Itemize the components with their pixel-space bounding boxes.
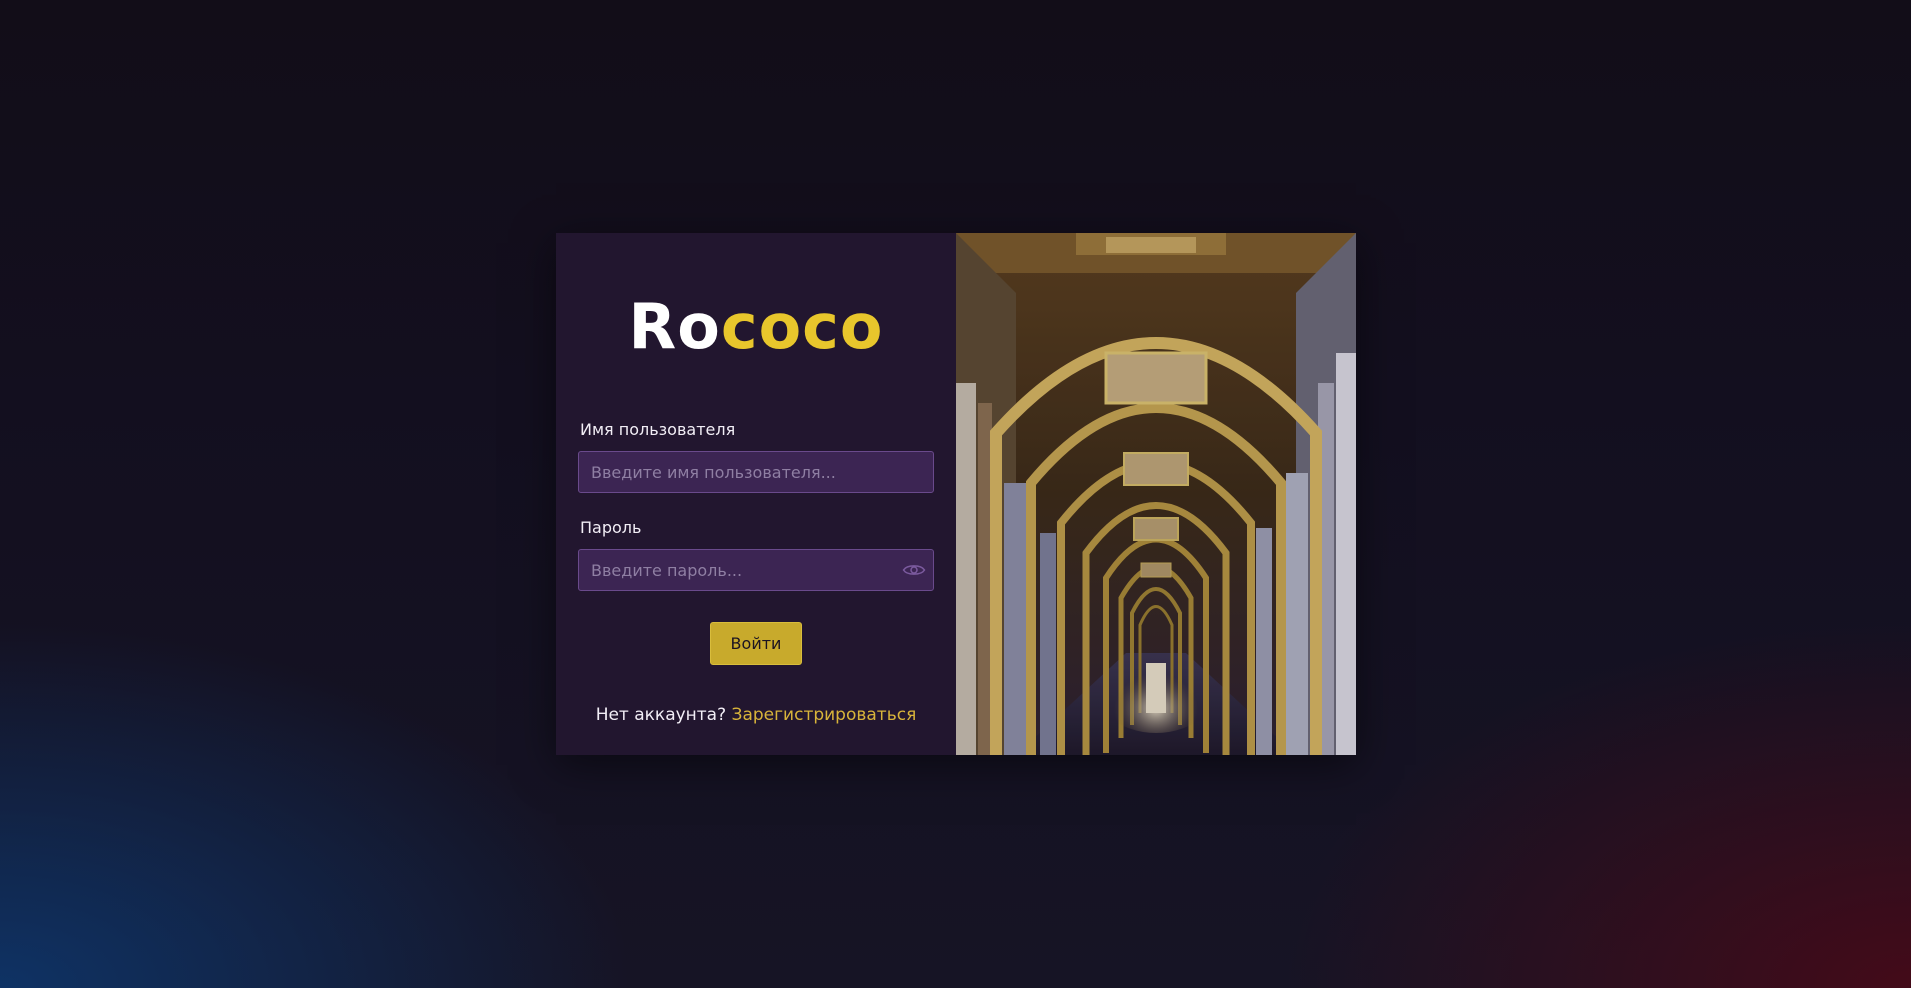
login-form-panel: Rococo Имя пользователя Пароль Войти Нет…: [556, 233, 956, 755]
password-field-wrapper: [578, 549, 934, 591]
login-button[interactable]: Войти: [710, 622, 802, 665]
logo-text-coco: coco: [720, 290, 884, 363]
username-label: Имя пользователя: [580, 420, 736, 439]
register-link[interactable]: Зарегистрироваться: [732, 705, 917, 725]
login-card: Rococo Имя пользователя Пароль Войти Нет…: [556, 233, 1356, 755]
password-input[interactable]: [579, 550, 933, 590]
arched-gallery-image: [956, 233, 1356, 755]
register-prompt: Нет аккаунта? Зарегистрироваться: [556, 705, 956, 725]
logo-text-ro: Ro: [628, 290, 721, 363]
username-input[interactable]: [579, 452, 933, 492]
password-label: Пароль: [580, 518, 642, 537]
eye-icon[interactable]: [901, 559, 927, 581]
logo: Rococo: [556, 291, 956, 363]
username-field-wrapper: [578, 451, 934, 493]
register-prompt-text: Нет аккаунта?: [595, 705, 727, 725]
hero-image: [956, 233, 1356, 755]
